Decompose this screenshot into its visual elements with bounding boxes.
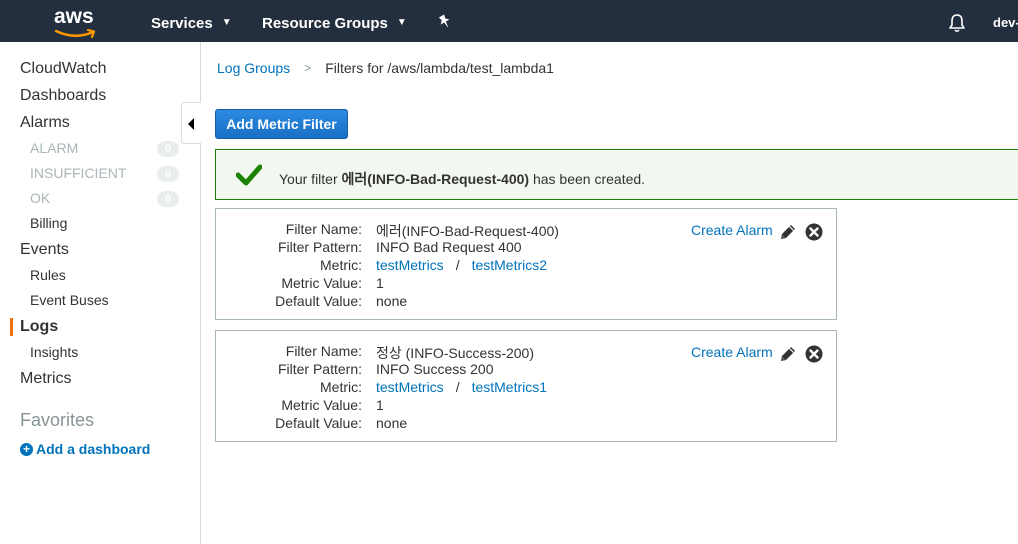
- account-menu[interactable]: dev-: [993, 15, 1018, 30]
- sidebar-item-alarm[interactable]: ALARM: [30, 140, 78, 156]
- resource-groups-menu[interactable]: Resource Groups ▼: [262, 2, 407, 44]
- pencil-icon[interactable]: [778, 344, 798, 364]
- default-value-value: none: [376, 293, 408, 309]
- metric-namespace-link[interactable]: testMetrics: [376, 257, 444, 273]
- close-circle-icon[interactable]: [805, 222, 825, 242]
- metric-value-row: Metric Value: 1: [216, 275, 616, 293]
- sidebar-item-alarms[interactable]: Alarms: [20, 114, 70, 132]
- services-label: Services: [151, 14, 213, 32]
- alert-filter-name: 에러(INFO-Bad-Request-400): [341, 171, 530, 187]
- pencil-icon[interactable]: [778, 222, 798, 242]
- metric-row: Metric: testMetrics / testMetrics1: [216, 379, 616, 397]
- alert-message: Your filter 에러(INFO-Bad-Request-400) has…: [279, 169, 645, 189]
- sidebar-item-event-buses[interactable]: Event Buses: [30, 292, 109, 308]
- metric-filter-card: Filter Name: 에러(INFO-Bad-Request-400) Fi…: [215, 208, 837, 320]
- metric-name-link[interactable]: testMetrics2: [472, 257, 547, 273]
- insufficient-count-badge: 0: [157, 166, 179, 182]
- add-dashboard-label: Add a dashboard: [36, 441, 151, 457]
- aws-logo[interactable]: aws: [52, 5, 102, 39]
- close-circle-icon[interactable]: [805, 344, 825, 364]
- default-value-row: Default Value: none: [216, 293, 616, 311]
- metric-row: Metric: testMetrics / testMetrics2: [216, 257, 616, 275]
- checkmark-icon: [236, 164, 262, 186]
- filter-pattern-value: INFO Bad Request 400: [376, 239, 522, 255]
- filter-name-row: Filter Name: 정상 (INFO-Success-200): [216, 343, 616, 361]
- alarm-count-badge: 0: [157, 141, 179, 157]
- sidebar-item-insufficient[interactable]: INSUFFICIENT: [30, 165, 126, 181]
- default-value-row: Default Value: none: [216, 415, 616, 433]
- filter-pattern-label: Filter Pattern:: [277, 361, 362, 377]
- alert-prefix: Your filter: [279, 171, 342, 187]
- chevron-down-icon: ▼: [221, 16, 232, 28]
- aws-smile-icon: [55, 29, 96, 39]
- caret-left-icon: [188, 118, 194, 130]
- plus-circle-icon: +: [20, 442, 33, 456]
- add-dashboard-link[interactable]: + Add a dashboard: [20, 441, 150, 457]
- top-navigation-bar: aws Services ▼ Resource Groups ▼ dev-: [0, 0, 1018, 42]
- metric-value-value: 1: [376, 275, 384, 291]
- sidebar-item-cloudwatch[interactable]: CloudWatch: [20, 60, 107, 78]
- filter-name-value: 에러(INFO-Bad-Request-400): [376, 223, 559, 239]
- bell-icon[interactable]: [948, 13, 966, 38]
- filter-pattern-label: Filter Pattern:: [277, 239, 362, 255]
- chevron-right-icon: >: [304, 61, 312, 75]
- metric-value: testMetrics / testMetrics2: [376, 257, 547, 273]
- default-value-label: Default Value:: [275, 293, 362, 309]
- filter-pattern-value: INFO Success 200: [376, 361, 494, 377]
- metric-value: testMetrics / testMetrics1: [376, 379, 547, 395]
- filter-name-value: 정상 (INFO-Success-200): [376, 345, 535, 361]
- favorites-heading: Favorites: [20, 410, 95, 430]
- filter-pattern-row: Filter Pattern: INFO Success 200: [216, 361, 616, 379]
- metric-filter-card: Filter Name: 정상 (INFO-Success-200) Filte…: [215, 330, 837, 442]
- sidebar-item-rules[interactable]: Rules: [30, 267, 66, 283]
- sidebar-item-metrics[interactable]: Metrics: [20, 370, 72, 388]
- metric-separator: /: [455, 379, 460, 395]
- breadcrumb: Log Groups > Filters for /aws/lambda/tes…: [217, 60, 554, 76]
- pin-icon[interactable]: [438, 14, 452, 34]
- create-alarm-link[interactable]: Create Alarm: [691, 222, 773, 238]
- collapse-sidebar-button[interactable]: [181, 102, 201, 144]
- sidebar-item-billing[interactable]: Billing: [30, 215, 67, 231]
- default-value-label: Default Value:: [275, 415, 362, 431]
- sidebar-item-ok[interactable]: OK: [30, 190, 50, 206]
- alert-suffix: has been created.: [529, 171, 646, 187]
- sidebar-item-events[interactable]: Events: [20, 241, 69, 259]
- metric-label: Metric:: [320, 257, 362, 273]
- create-alarm-link[interactable]: Create Alarm: [691, 344, 773, 360]
- chevron-down-icon: ▼: [396, 16, 407, 28]
- breadcrumb-current: Filters for /aws/lambda/test_lambda1: [325, 60, 554, 76]
- sidebar-item-insights[interactable]: Insights: [30, 344, 78, 360]
- metric-value-row: Metric Value: 1: [216, 397, 616, 415]
- metric-namespace-link[interactable]: testMetrics: [376, 379, 444, 395]
- metric-value-label: Metric Value:: [281, 275, 362, 291]
- filter-name-label: Filter Name:: [285, 343, 362, 359]
- add-metric-filter-button[interactable]: Add Metric Filter: [215, 109, 348, 139]
- filter-name-row: Filter Name: 에러(INFO-Bad-Request-400): [216, 221, 616, 239]
- metric-name-link[interactable]: testMetrics1: [472, 379, 547, 395]
- metric-value-label: Metric Value:: [281, 397, 362, 413]
- metric-separator: /: [455, 257, 460, 273]
- filter-name-label: Filter Name:: [285, 221, 362, 237]
- success-alert: Your filter 에러(INFO-Bad-Request-400) has…: [215, 149, 1018, 200]
- breadcrumb-log-groups-link[interactable]: Log Groups: [217, 60, 290, 76]
- sidebar-item-dashboards[interactable]: Dashboards: [20, 87, 106, 105]
- sidebar: CloudWatch Dashboards Alarms ALARM 0 INS…: [0, 42, 201, 544]
- active-item-indicator: [10, 318, 13, 336]
- metric-value-value: 1: [376, 397, 384, 413]
- filter-pattern-row: Filter Pattern: INFO Bad Request 400: [216, 239, 616, 257]
- resource-groups-label: Resource Groups: [262, 14, 388, 32]
- default-value-value: none: [376, 415, 408, 431]
- ok-count-badge: 0: [157, 191, 179, 207]
- aws-logo-text: aws: [54, 5, 94, 28]
- sidebar-item-logs[interactable]: Logs: [20, 318, 58, 336]
- metric-label: Metric:: [320, 379, 362, 395]
- services-menu[interactable]: Services ▼: [151, 2, 232, 44]
